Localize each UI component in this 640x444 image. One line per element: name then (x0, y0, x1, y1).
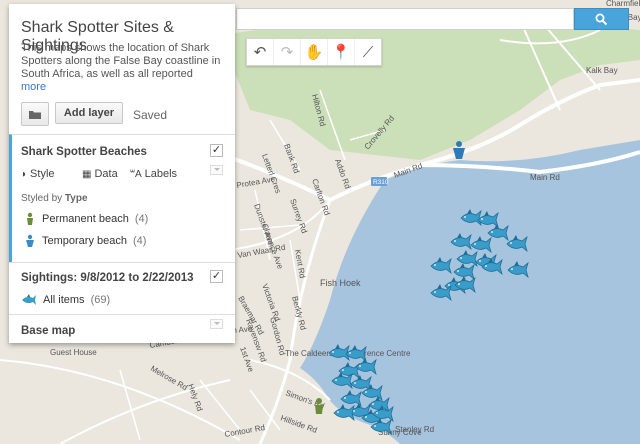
save-status: Saved (133, 108, 168, 122)
layer-sightings[interactable]: Sightings: 9/8/2012 to 2/22/2013 ✓ All i… (9, 262, 235, 315)
map-toolbar: ↶ ↷ ✋ 📍 ⟋ (246, 38, 382, 66)
styled-by-field[interactable]: Type (65, 193, 88, 204)
route-shield: R310 (371, 177, 389, 186)
search-icon (595, 13, 608, 25)
permanent-beach-marker[interactable] (315, 398, 323, 414)
layer-visibility-checkbox[interactable]: ✓ (210, 270, 223, 283)
style-option[interactable]: ◗ Style (21, 168, 55, 180)
labels-option-label: Labels (144, 168, 178, 180)
redo-button[interactable]: ↷ (274, 39, 301, 65)
data-option[interactable]: ▦ Data (82, 168, 118, 180)
layer-shark-spotter-beaches[interactable]: Shark Spotter Beaches ✓ ◗ Style ▦ Data ᐜ… (9, 134, 235, 262)
layer-title[interactable]: Base map (21, 325, 75, 337)
place-label: Kalk Bay (586, 66, 618, 75)
draw-line-icon: ⟋ (362, 43, 374, 61)
route-label: R310 (373, 179, 389, 186)
more-link[interactable]: more (21, 81, 46, 93)
legend-item-permanent-beach[interactable]: Permanent beach (4) (24, 212, 148, 226)
layer-visibility-checkbox[interactable]: ✓ (210, 144, 223, 157)
folder-icon (29, 110, 41, 119)
legend-count: (4) (133, 235, 147, 247)
legend-label: Permanent beach (42, 213, 129, 225)
layer-options-caret[interactable] (210, 165, 223, 175)
road-label: Main Rd (530, 173, 560, 182)
labels-option[interactable]: ᐜA Labels (130, 168, 177, 180)
add-marker-button[interactable]: 📍 (328, 39, 355, 65)
place-label: Charmfield (606, 0, 640, 8)
draw-line-button[interactable]: ⟋ (355, 39, 381, 65)
styled-by-prefix: Styled by (21, 193, 63, 204)
place-label: Guest House (50, 348, 97, 357)
legend-label: All items (43, 294, 85, 306)
undo-icon: ↶ (253, 44, 267, 61)
map-side-panel: Shark Spotter Sites & Sightings This map… (9, 4, 235, 343)
table-grid-icon: ▦ (82, 168, 92, 180)
label-icon: ᐜA (130, 168, 142, 180)
lifeguard-icon (27, 212, 33, 225)
add-marker-icon: 📍 (331, 44, 351, 61)
search-button[interactable] (574, 8, 629, 30)
search-input[interactable] (236, 8, 574, 30)
map-description: This maps shows the location of Shark Sp… (21, 42, 221, 80)
add-layer-button[interactable]: Add layer (55, 102, 123, 124)
redo-icon: ↷ (280, 44, 294, 61)
shark-icon (22, 294, 36, 305)
layer-base-map[interactable]: Base map (9, 314, 235, 344)
legend-count: (4) (134, 213, 149, 225)
open-map-button[interactable] (21, 102, 49, 126)
undo-button[interactable]: ↶ (247, 39, 274, 65)
pan-button[interactable]: ✋ (301, 39, 328, 65)
legend-item-all-items[interactable]: All items (69) (21, 294, 110, 306)
layer-title[interactable]: Shark Spotter Beaches (21, 146, 147, 158)
data-option-label: Data (94, 168, 118, 180)
legend-label: Temporary beach (42, 235, 127, 247)
person-icon (26, 234, 34, 247)
legend-item-temporary-beach[interactable]: Temporary beach (4) (24, 234, 146, 248)
pan-hand-icon: ✋ (304, 44, 324, 61)
place-label: Fish Hoek (320, 278, 361, 288)
legend-count: (69) (90, 294, 111, 306)
styled-by-text: Styled by Type (21, 193, 88, 204)
paint-icon: ◗ (21, 168, 28, 180)
layer-title[interactable]: Sightings: 9/8/2012 to 2/22/2013 (21, 272, 194, 284)
style-option-label: Style (30, 168, 55, 180)
basemap-options-caret[interactable] (210, 319, 223, 329)
